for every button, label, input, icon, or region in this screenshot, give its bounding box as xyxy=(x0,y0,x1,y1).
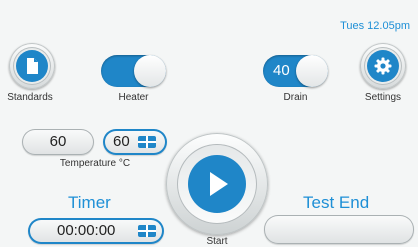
heater-toggle-knob xyxy=(134,55,166,87)
play-icon xyxy=(210,172,228,196)
clock: Tues 12.05pm xyxy=(340,20,410,32)
document-icon xyxy=(27,58,38,74)
temperature-setpoint-field[interactable]: 60 xyxy=(103,129,167,155)
start-label: Start xyxy=(206,236,228,247)
settings-button[interactable] xyxy=(360,43,406,89)
test-end-field[interactable] xyxy=(264,215,414,244)
timer-value: 00:00:00 xyxy=(57,222,116,239)
timer-title: Timer xyxy=(68,193,111,212)
temperature-current: 60 xyxy=(49,133,67,150)
drain-value: 40 xyxy=(273,62,290,79)
timer-field[interactable]: 00:00:00 xyxy=(28,218,164,244)
drain-label: Drain xyxy=(283,92,308,103)
start-button[interactable] xyxy=(166,133,268,235)
standards-button[interactable] xyxy=(9,43,55,89)
heater-toggle[interactable] xyxy=(101,55,166,87)
temperature-label: Temperature °C xyxy=(59,158,131,169)
heater-label: Heater xyxy=(118,92,149,103)
keypad-icon xyxy=(138,136,156,148)
test-end-title: Test End xyxy=(303,193,370,212)
control-screen: Tues 12.05pm Standards Heater 40 Drain S… xyxy=(0,0,418,247)
gear-icon xyxy=(374,57,392,75)
drain-toggle[interactable]: 40 xyxy=(263,55,328,87)
standards-label: Standards xyxy=(7,92,53,103)
temperature-setpoint: 60 xyxy=(113,133,130,150)
drain-toggle-knob xyxy=(296,55,328,87)
keypad-icon xyxy=(138,225,156,237)
temperature-current-display: 60 xyxy=(22,129,94,155)
settings-label: Settings xyxy=(364,92,402,103)
